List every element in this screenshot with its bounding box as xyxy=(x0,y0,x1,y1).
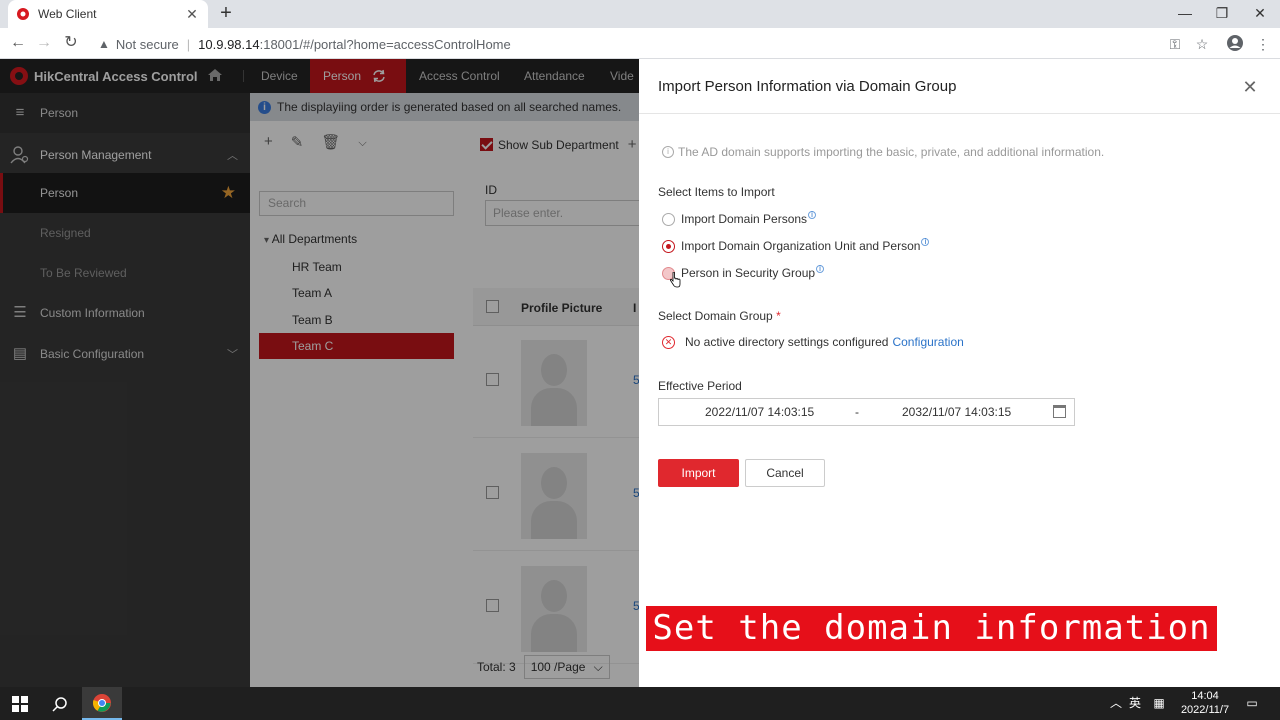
select-domain-group-text: Select Domain Group xyxy=(658,309,773,323)
dialog-title: Import Person Information via Domain Gro… xyxy=(658,78,957,95)
error-text: No active directory settings configured xyxy=(685,335,889,349)
dialog-info-text: The AD domain supports importing the bas… xyxy=(678,145,1105,159)
effective-period-range-picker[interactable]: 2022/11/07 14:03:15 - 2032/11/07 14:03:1… xyxy=(658,398,1075,426)
tab-close-icon[interactable]: ✕ xyxy=(184,6,200,23)
back-icon[interactable]: ← xyxy=(6,32,30,54)
dialog-info: i The AD domain supports importing the b… xyxy=(662,145,1104,159)
url-path: :18001/#/portal?home=accessControlHome xyxy=(259,36,511,52)
option-label: Import Domain Persons xyxy=(681,212,808,226)
option-label: Import Domain Organization Unit and Pers… xyxy=(681,239,921,253)
required-mark: * xyxy=(776,309,781,323)
select-domain-group-label: Select Domain Group * xyxy=(658,309,781,323)
period-separator: - xyxy=(855,405,859,419)
minimize-button[interactable]: — xyxy=(1166,0,1204,28)
keyboard-mode-icon[interactable]: ▦ xyxy=(1150,687,1168,720)
menu-kebab-icon[interactable]: ⋮ xyxy=(1253,34,1273,54)
url-field[interactable]: ▲ Not secure | 10.9.98.14 :18001/#/porta… xyxy=(98,34,511,54)
url-separator: | xyxy=(186,36,191,52)
radio-button-selected[interactable] xyxy=(662,239,675,253)
dialog-close-icon[interactable]: ✕ xyxy=(1242,78,1258,96)
warning-icon: ▲ xyxy=(98,37,110,51)
info-icon[interactable]: i xyxy=(816,265,825,273)
info-icon[interactable]: i xyxy=(808,211,817,219)
calendar-icon[interactable] xyxy=(1053,405,1066,418)
select-items-label: Select Items to Import xyxy=(658,185,775,199)
key-icon[interactable]: ⚿ xyxy=(1165,34,1185,54)
profile-icon[interactable] xyxy=(1225,34,1245,54)
notification-icon[interactable]: ▭ xyxy=(1242,687,1262,720)
cancel-button[interactable]: Cancel xyxy=(745,459,825,487)
hikvision-favicon-icon xyxy=(17,8,29,20)
configuration-link[interactable]: Configuration xyxy=(892,335,963,349)
info-icon: i xyxy=(662,146,674,158)
reload-icon[interactable]: ↻ xyxy=(59,32,83,54)
windows-start-icon[interactable] xyxy=(0,687,40,720)
mouse-cursor-icon xyxy=(669,272,681,288)
domain-group-error: ✕ No active directory settings configure… xyxy=(662,335,964,349)
tab-title: Web Client xyxy=(38,7,97,21)
chrome-taskbar-icon[interactable] xyxy=(82,687,122,720)
dialog-divider xyxy=(639,113,1280,114)
clock-date: 2022/11/7 xyxy=(1180,704,1230,716)
forward-icon[interactable]: → xyxy=(32,32,56,54)
browser-tab-bar: Web Client ✕ + — ❐ ✕ xyxy=(0,0,1280,28)
option-label: Person in Security Group xyxy=(681,266,816,280)
effective-period-label: Effective Period xyxy=(658,379,742,393)
period-start[interactable]: 2022/11/07 14:03:15 xyxy=(705,405,814,419)
radio-button[interactable] xyxy=(662,212,675,226)
option-import-domain-persons[interactable]: Import Domain Persons i xyxy=(662,211,817,226)
restore-button[interactable]: ❐ xyxy=(1203,0,1241,28)
tray-chevron-up-icon[interactable]: ︿ xyxy=(1107,687,1125,720)
import-domain-group-dialog: Import Person Information via Domain Gro… xyxy=(639,59,1280,687)
browser-tab[interactable]: Web Client ✕ xyxy=(8,0,208,28)
ime-indicator[interactable]: 英 xyxy=(1127,687,1143,720)
address-bar: ← → ↻ ▲ Not secure | 10.9.98.14 :18001/#… xyxy=(0,28,1280,59)
new-tab-button[interactable]: + xyxy=(214,2,238,26)
url-host: 10.9.98.14 xyxy=(198,36,260,52)
option-person-in-security-group[interactable]: Person in Security Group i xyxy=(662,265,825,280)
video-caption: Set the domain information first xyxy=(646,606,1217,693)
error-icon: ✕ xyxy=(662,335,675,349)
window-close-button[interactable]: ✕ xyxy=(1241,0,1279,28)
info-icon[interactable]: i xyxy=(921,238,930,246)
clock-time: 14:04 xyxy=(1191,690,1219,702)
system-clock[interactable]: 14:04 2022/11/7 xyxy=(1176,689,1234,717)
bookmark-star-icon[interactable]: ☆ xyxy=(1192,34,1212,54)
option-import-org-unit-and-person[interactable]: Import Domain Organization Unit and Pers… xyxy=(662,238,930,253)
modal-overlay[interactable] xyxy=(0,59,640,687)
period-end[interactable]: 2032/11/07 14:03:15 xyxy=(902,405,1011,419)
not-secure-label: Not secure xyxy=(115,36,179,52)
search-icon[interactable] xyxy=(40,687,80,720)
windows-taskbar: ︿ 英 ▦ 14:04 2022/11/7 ▭ xyxy=(0,687,1280,720)
import-button[interactable]: Import xyxy=(658,459,739,487)
